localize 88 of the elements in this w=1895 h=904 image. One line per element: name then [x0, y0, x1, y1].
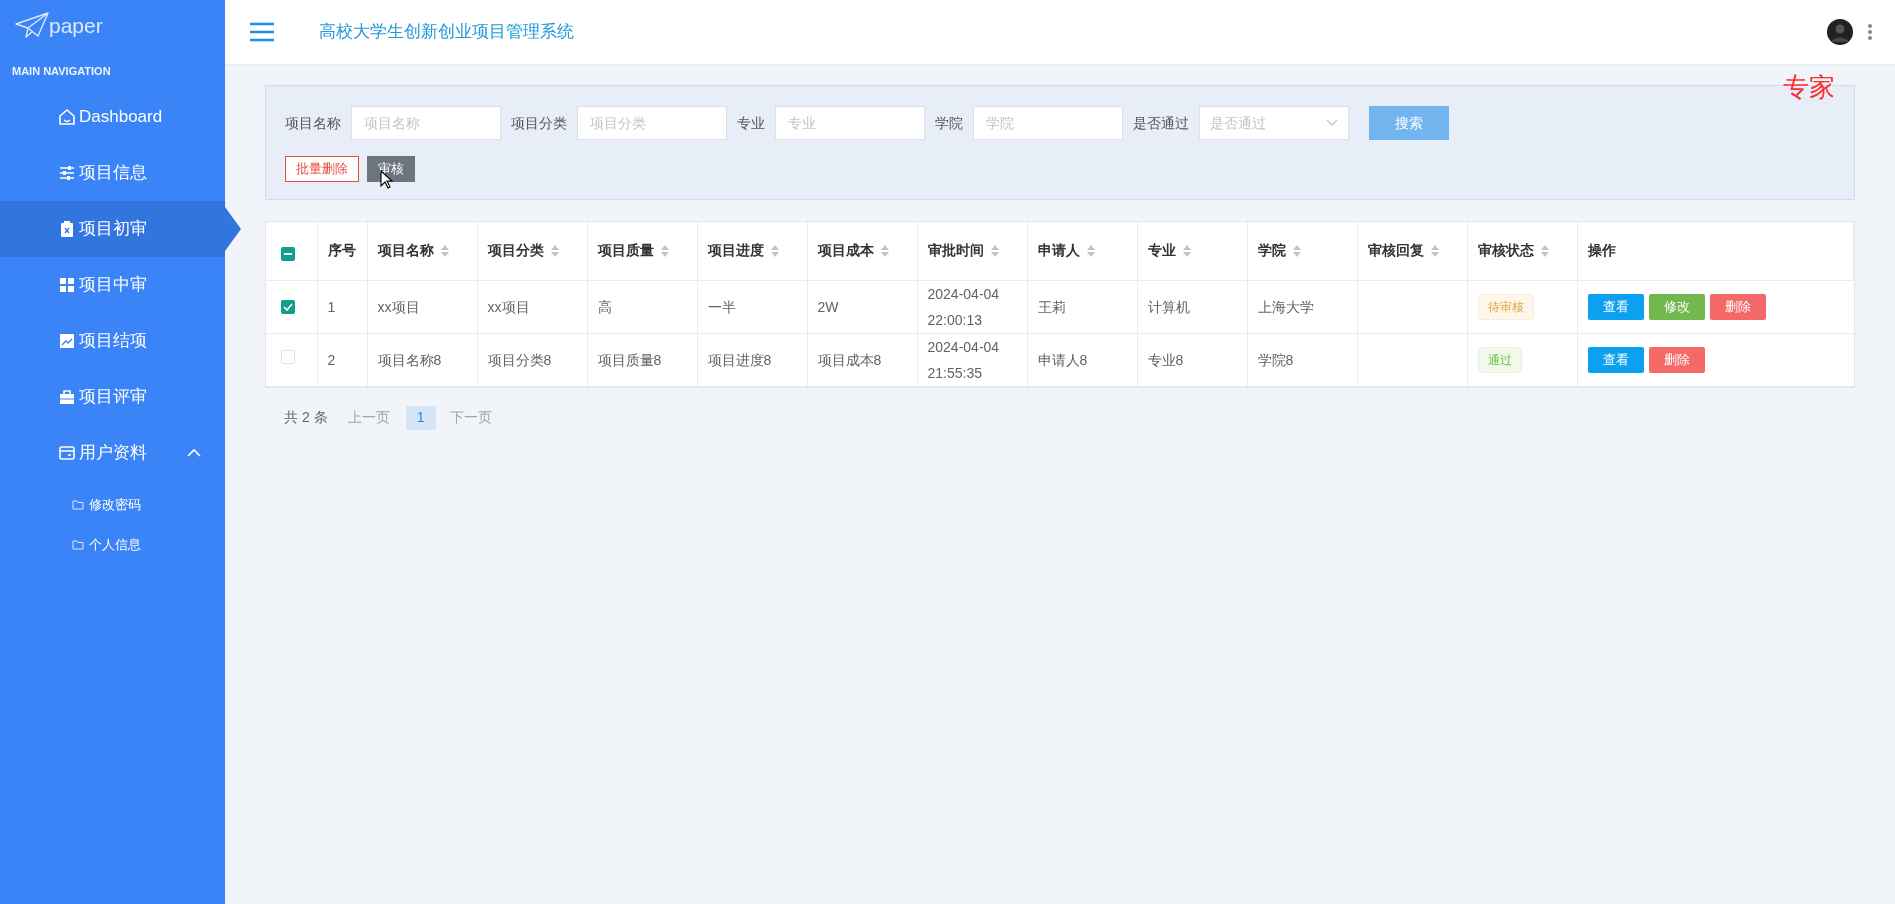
- nav-item[interactable]: 项目中审: [0, 257, 225, 313]
- column-header[interactable]: 专业: [1147, 240, 1176, 262]
- more-icon[interactable]: [1867, 23, 1873, 41]
- table-cell: xx项目: [377, 298, 420, 315]
- table-cell: 2024-04-04 21:55:35: [927, 338, 1000, 381]
- input-field[interactable]: 学院: [973, 106, 1123, 140]
- checkbox[interactable]: [281, 350, 295, 364]
- batch-delete-button[interactable]: 批量删除: [285, 156, 359, 182]
- table-cell: 项目分类8: [487, 351, 552, 368]
- input-field[interactable]: 项目分类: [577, 106, 727, 140]
- table-cell: 2024-04-04 22:00:13: [927, 285, 1000, 328]
- role-label: 专家: [1783, 71, 1835, 104]
- briefcase-icon: [58, 388, 76, 406]
- sliders-icon: [58, 164, 76, 182]
- section-heading: MAIN NAVIGATION: [11, 64, 111, 79]
- column-header[interactable]: 审核回复: [1367, 240, 1424, 262]
- nav-item[interactable]: 项目信息: [0, 145, 225, 201]
- table-cell: 一半: [707, 298, 736, 315]
- status-tag: 待审核: [1477, 293, 1534, 320]
- field-label: 学院: [935, 113, 963, 133]
- column-header[interactable]: 审批时间: [927, 240, 984, 262]
- column-header[interactable]: 序号: [327, 240, 356, 262]
- checkbox[interactable]: [281, 247, 295, 262]
- chart-icon: [58, 332, 76, 350]
- table-cell: 上海大学: [1257, 298, 1314, 315]
- table-cell: 2: [327, 351, 336, 368]
- column-header[interactable]: 项目进度: [707, 240, 764, 262]
- submenu-item[interactable]: 个人信息: [0, 525, 225, 565]
- check-icon: [283, 303, 293, 311]
- next-page-link[interactable]: 下一页: [449, 407, 492, 428]
- column-header[interactable]: 申请人: [1037, 240, 1080, 262]
- column-header[interactable]: 审核状态: [1477, 240, 1534, 262]
- view-button[interactable]: 查看: [1587, 346, 1644, 373]
- folder-icon: [72, 540, 84, 550]
- table-cell: 高: [597, 298, 612, 315]
- view-button[interactable]: 查看: [1587, 293, 1644, 320]
- table-cell: 项目名称8: [377, 351, 442, 368]
- clipboard-icon: [58, 220, 76, 238]
- table-cell: 2W: [817, 298, 839, 315]
- column-header[interactable]: 项目名称: [377, 240, 434, 262]
- column-header[interactable]: 操作: [1587, 240, 1616, 262]
- table-cell: 王莉: [1037, 298, 1066, 315]
- app-title: 高校大学生创新创业项目管理系统: [319, 21, 574, 44]
- delete-button[interactable]: 删除: [1648, 346, 1705, 373]
- input-field[interactable]: 专业: [775, 106, 925, 140]
- prev-page-link[interactable]: 上一页: [347, 407, 390, 428]
- table-cell: 计算机: [1147, 298, 1190, 315]
- nav-item[interactable]: 用户资料: [0, 425, 225, 481]
- table-cell: 1: [327, 298, 336, 315]
- chevron-down-icon: [1326, 119, 1338, 127]
- card-icon: [58, 444, 76, 462]
- nav-item[interactable]: 项目评审: [0, 369, 225, 425]
- search-button[interactable]: 搜索: [1369, 106, 1449, 140]
- table-cell: 项目质量8: [597, 351, 662, 368]
- table-cell: 项目进度8: [707, 351, 772, 368]
- home-icon: [58, 108, 76, 126]
- table-cell: 学院8: [1257, 351, 1294, 368]
- minus-icon: [284, 253, 292, 256]
- field-label: 专业: [737, 113, 765, 133]
- table-cell: xx项目: [487, 298, 530, 315]
- grid-icon: [58, 276, 76, 294]
- nav-item[interactable]: 项目结项: [0, 313, 225, 369]
- table-cell: 申请人8: [1037, 351, 1088, 368]
- column-header[interactable]: 学院: [1257, 240, 1286, 262]
- edit-button[interactable]: 修改: [1648, 293, 1705, 320]
- delete-button[interactable]: 删除: [1709, 293, 1766, 320]
- paper-plane-icon: [14, 12, 50, 38]
- status-tag: 通过: [1477, 346, 1522, 373]
- folder-icon: [72, 500, 84, 510]
- checkbox[interactable]: [281, 300, 295, 314]
- review-button[interactable]: 审核: [367, 156, 415, 182]
- field-label: 项目分类: [511, 113, 567, 133]
- field-label: 是否通过: [1133, 113, 1189, 133]
- input-field[interactable]: 项目名称: [351, 106, 501, 140]
- total-count: 共 2 条: [284, 408, 328, 427]
- submenu-item[interactable]: 修改密码: [0, 485, 225, 525]
- column-header[interactable]: 项目质量: [597, 240, 654, 262]
- page-button[interactable]: 1: [405, 405, 436, 430]
- column-header[interactable]: 项目成本: [817, 240, 874, 262]
- logo-text: paper: [49, 14, 103, 36]
- nav-item[interactable]: Dashboard: [0, 89, 225, 145]
- pointer-icon: [225, 207, 241, 251]
- column-header[interactable]: 项目分类: [487, 240, 544, 262]
- table-cell: 项目成本8: [817, 351, 882, 368]
- avatar-icon[interactable]: [1827, 19, 1853, 45]
- field-label: 项目名称: [285, 113, 341, 133]
- menu-icon[interactable]: [249, 22, 275, 42]
- table-cell: 专业8: [1147, 351, 1184, 368]
